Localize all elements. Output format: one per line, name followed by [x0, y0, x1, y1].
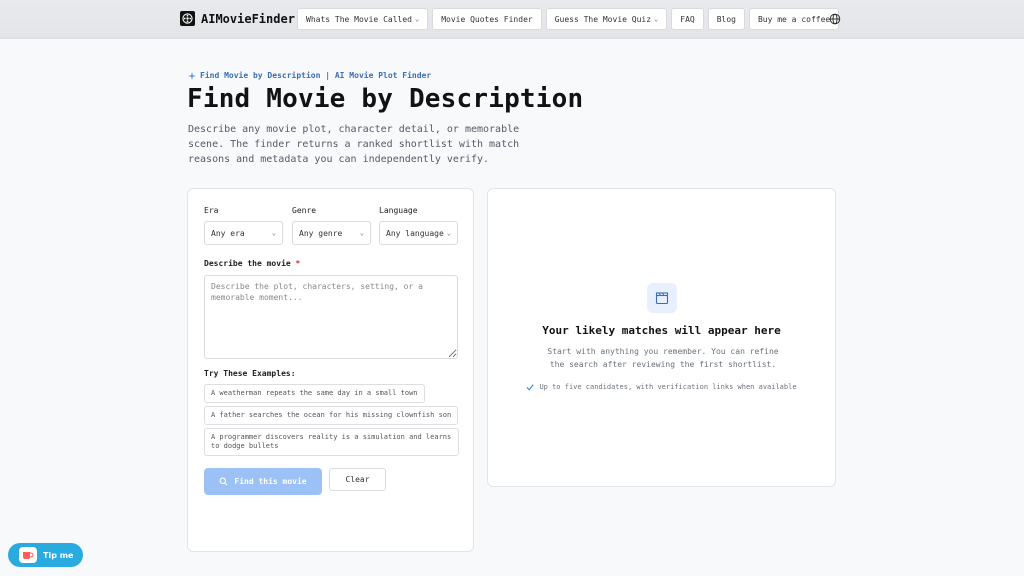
results-title: Your likely matches will appear here [542, 324, 781, 337]
nav-guess-the-movie-quiz[interactable]: Guess The Movie Quiz ⌄ [545, 8, 668, 30]
chevron-down-icon: ⌄ [271, 229, 276, 237]
results-note-text: Up to five candidates, with verification… [539, 383, 797, 391]
nav-buy-me-a-coffee[interactable]: Buy me a coffee [748, 8, 840, 30]
sparkle-icon [188, 71, 196, 80]
language-value: Any language [386, 228, 444, 238]
nav-label: Whats The Movie Called [306, 14, 412, 24]
nav-label: Buy me a coffee [757, 14, 831, 24]
globe-icon[interactable] [829, 13, 841, 25]
page-title: Find Movie by Description [187, 84, 584, 114]
eyebrow-text: Find Movie by Description | AI Movie Plo… [200, 71, 432, 80]
coffee-cup-icon [19, 547, 37, 563]
main-nav: Whats The Movie Called ⌄ Movie Quotes Fin… [297, 8, 840, 30]
clapperboard-icon [647, 283, 677, 313]
logo-text: AIMovieFinder [201, 11, 295, 26]
nav-whats-the-movie-called[interactable]: Whats The Movie Called ⌄ [297, 8, 429, 30]
find-movie-button[interactable]: Find this movie [204, 468, 322, 495]
genre-value: Any genre [299, 228, 343, 238]
nav-label: Guess The Movie Quiz [554, 14, 652, 24]
nav-label: FAQ [680, 14, 695, 24]
results-note: Up to five candidates, with verification… [488, 383, 835, 391]
example-chip[interactable]: A programmer discovers reality is a simu… [204, 428, 459, 456]
language-label: Language [379, 206, 418, 215]
example-chip[interactable]: A weatherman repeats the same day in a s… [204, 384, 425, 403]
era-value: Any era [211, 228, 245, 238]
chevron-down-icon: ⌄ [414, 15, 420, 23]
genre-label: Genre [292, 206, 317, 215]
film-reel-logo-icon [180, 11, 195, 26]
genre-select[interactable]: Any genre ⌄ [292, 221, 371, 245]
nav-blog[interactable]: Blog [707, 8, 745, 30]
era-select[interactable]: Any era ⌄ [204, 221, 283, 245]
describe-label: Describe the movie * [204, 259, 300, 268]
nav-label: Movie Quotes Finder [441, 14, 533, 24]
tip-me-button[interactable]: Tip me [8, 543, 83, 567]
nav-movie-quotes-finder[interactable]: Movie Quotes Finder [432, 8, 542, 30]
clear-button[interactable]: Clear [329, 468, 386, 491]
examples-label: Try These Examples: [204, 369, 296, 378]
language-select[interactable]: Any language ⌄ [379, 221, 458, 245]
nav-faq[interactable]: FAQ [671, 8, 704, 30]
eyebrow: Find Movie by Description | AI Movie Plo… [188, 71, 431, 80]
search-icon [219, 477, 228, 486]
logo[interactable]: AIMovieFinder [180, 11, 295, 26]
find-movie-label: Find this movie [234, 477, 307, 486]
nav-label: Blog [716, 14, 736, 24]
search-form-card: Era Any era ⌄ Genre Any genre ⌄ Language A… [187, 188, 474, 552]
chevron-down-icon: ⌄ [654, 15, 659, 23]
example-chip[interactable]: A father searches the ocean for his miss… [204, 406, 459, 425]
required-mark: * [295, 259, 301, 268]
chevron-down-icon: ⌄ [446, 229, 451, 237]
tip-me-label: Tip me [43, 550, 74, 560]
chevron-down-icon: ⌄ [359, 229, 364, 237]
top-nav-bar: AIMovieFinder Whats The Movie Called ⌄ Mo… [0, 0, 1024, 39]
results-subtitle: Start with anything you remember. You ca… [547, 347, 779, 369]
description-textarea[interactable] [204, 275, 458, 359]
page-description: Describe any movie plot, character detai… [188, 124, 520, 165]
era-label: Era [204, 206, 219, 215]
describe-label-text: Describe the movie [204, 259, 291, 268]
check-icon [526, 384, 535, 391]
results-card: Your likely matches will appear here Sta… [487, 188, 836, 487]
